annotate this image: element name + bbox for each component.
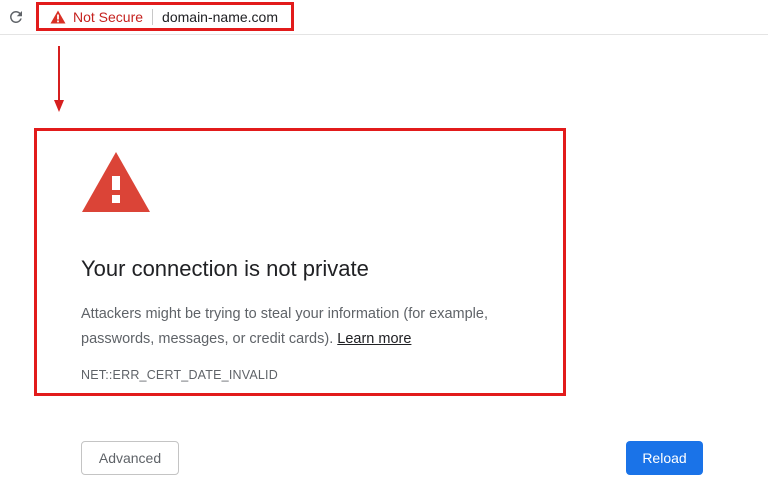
address-bar[interactable]: Not Secure domain-name.com	[36, 2, 294, 31]
address-bar-divider	[152, 8, 154, 25]
warning-triangle-icon	[50, 10, 66, 23]
error-headline: Your connection is not private	[81, 256, 369, 281]
browser-toolbar: Not Secure domain-name.com	[0, 0, 768, 35]
error-description-text: Attackers might be trying to steal your …	[81, 306, 488, 347]
advanced-button[interactable]: Advanced	[81, 441, 179, 475]
reload-button[interactable]: Reload	[626, 441, 703, 475]
learn-more-link[interactable]: Learn more	[337, 331, 411, 347]
error-code: NET::ERR_CERT_DATE_INVALID	[81, 368, 278, 382]
url-text[interactable]: domain-name.com	[162, 9, 278, 25]
callout-arrow	[54, 46, 64, 112]
not-secure-label[interactable]: Not Secure	[73, 9, 143, 25]
reload-icon[interactable]	[7, 8, 25, 26]
error-description: Attackers might be trying to steal your …	[81, 302, 551, 352]
warning-triangle-icon	[82, 152, 150, 212]
